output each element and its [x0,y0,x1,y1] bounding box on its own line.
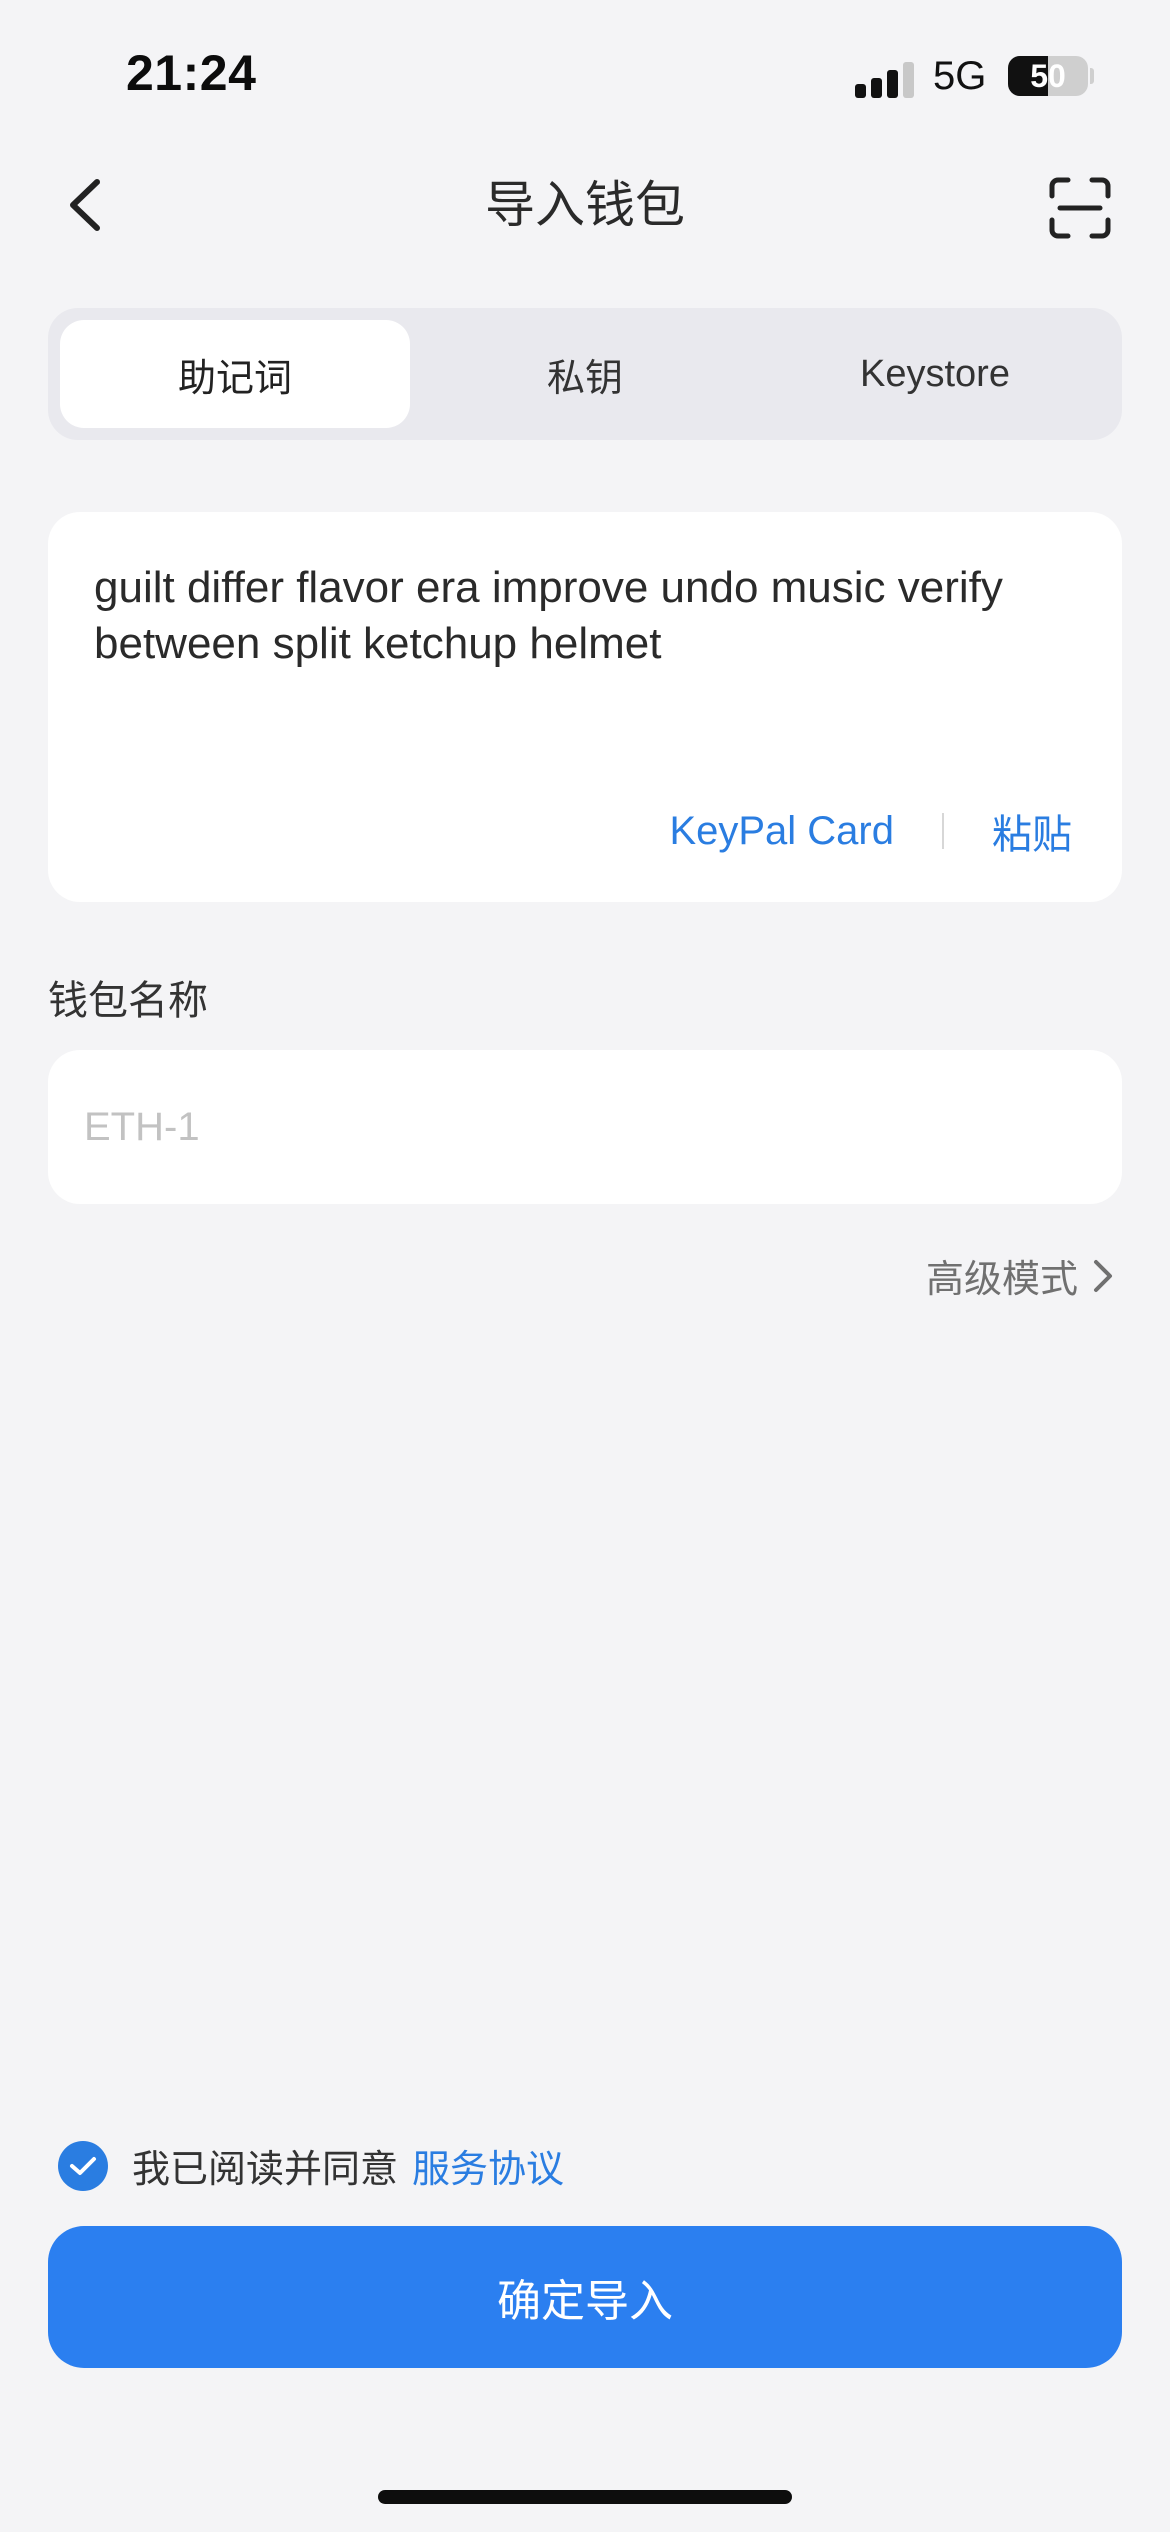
status-time: 21:24 [126,45,257,101]
signal-bar [871,78,882,98]
battery-percentage: 50 [1030,57,1066,94]
actions-divider [942,813,944,849]
advanced-mode-label: 高级模式 [925,1257,1078,1301]
chevron-left-icon [70,179,100,231]
mnemonic-actions: KeyPal Card 粘贴 [669,802,1072,860]
tab-mnemonic[interactable]: 助记词 [60,320,410,428]
service-agreement-link[interactable]: 服务协议 [412,2138,564,2193]
agreement-checkbox[interactable] [58,2140,108,2191]
advanced-mode-link[interactable]: 高级模式 [926,1248,1114,1303]
import-method-tabs: 助记词 私钥 Keystore [48,308,1122,440]
cellular-signal-icon [855,58,917,98]
signal-bar [855,84,866,98]
network-type: 5G [933,54,987,98]
home-indicator [378,2490,792,2504]
scan-icon [1049,177,1111,239]
paste-button[interactable]: 粘贴 [992,802,1072,860]
checkmark-icon [70,2156,96,2175]
agreement-row: 我已阅读并同意 服务协议 [58,2138,564,2193]
battery-tip [1090,68,1094,84]
tab-private-key[interactable]: 私钥 [410,320,760,428]
confirm-import-button[interactable]: 确定导入 [48,2226,1122,2368]
chevron-right-icon [1094,1259,1112,1292]
mnemonic-card: guilt differ flavor era improve undo mus… [48,512,1122,902]
agreement-text: 我已阅读并同意 [132,2147,399,2191]
wallet-name-label: 钱包名称 [48,978,208,1024]
signal-bar [887,70,898,98]
keypal-card-button[interactable]: KeyPal Card [669,809,894,854]
scan-button[interactable] [1040,168,1120,248]
signal-bar [903,62,914,98]
wallet-name-input[interactable] [48,1050,1122,1204]
tab-keystore[interactable]: Keystore [760,320,1110,428]
battery-icon: 50 [1008,56,1088,96]
back-button[interactable] [50,170,120,240]
mnemonic-input[interactable]: guilt differ flavor era improve undo mus… [94,560,1084,760]
page-title: 导入钱包 [485,176,685,234]
